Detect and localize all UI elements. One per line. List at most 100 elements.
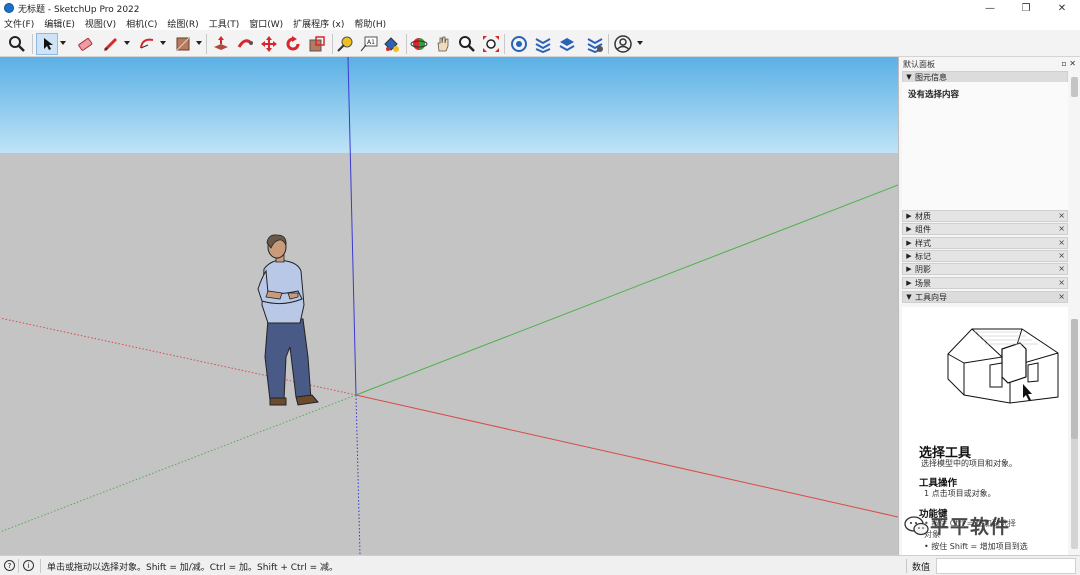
zoom-extents-icon[interactable]: [480, 33, 502, 55]
menu-help[interactable]: 帮助(H): [354, 17, 386, 30]
pan-icon[interactable]: [432, 33, 454, 55]
measurements-input[interactable]: [936, 558, 1076, 574]
chevron-down-icon[interactable]: [196, 40, 202, 46]
tray-label: 场景: [915, 278, 931, 288]
tray-styles[interactable]: ▶ 样式 ×: [902, 237, 1068, 249]
ground-plane: [0, 153, 898, 555]
close-icon[interactable]: ×: [1058, 264, 1065, 273]
minimize-button[interactable]: —: [972, 0, 1008, 16]
tray-label: 图元信息: [915, 72, 947, 82]
close-icon[interactable]: ×: [1058, 238, 1065, 247]
toolbar-separator: [32, 34, 33, 54]
menu-edit[interactable]: 编辑(E): [44, 17, 75, 30]
toolbar-separator: [608, 34, 609, 54]
toolbar-separator: [206, 34, 207, 54]
tray-shadows[interactable]: ▶ 阴影 ×: [902, 263, 1068, 275]
tray-instructor[interactable]: ▼ 工具向导 ×: [902, 291, 1068, 303]
close-icon[interactable]: ×: [1058, 224, 1065, 233]
guide-subtitle: 选择模型中的项目和对象。: [921, 459, 1017, 468]
menu-draw[interactable]: 绘图(R): [167, 17, 198, 30]
watermark: 平平软件: [904, 512, 1010, 539]
rotate-icon[interactable]: [282, 33, 304, 55]
close-icon[interactable]: ×: [1058, 211, 1065, 220]
move-icon[interactable]: [258, 33, 280, 55]
extension-warehouse-icon[interactable]: [532, 33, 554, 55]
geo-location-icon[interactable]: ?: [4, 560, 15, 571]
tray-components[interactable]: ▶ 组件 ×: [902, 223, 1068, 235]
menu-extensions[interactable]: 扩展程序 (x): [293, 17, 344, 30]
toolbar: A1: [0, 30, 1080, 57]
instructor-scrollbar-thumb[interactable]: [1071, 319, 1078, 439]
chevron-down-icon[interactable]: [124, 40, 130, 46]
close-button[interactable]: ✕: [1044, 0, 1080, 16]
collapsed-triangle-icon: ▶: [906, 252, 912, 260]
expanded-triangle-icon: ▼: [906, 293, 912, 301]
toolbar-separator: [332, 34, 333, 54]
menu-view[interactable]: 视图(V): [85, 17, 116, 30]
tray-tags[interactable]: ▶ 标记 ×: [902, 250, 1068, 262]
extension-manager-icon[interactable]: [584, 33, 606, 55]
3d-warehouse-icon[interactable]: [508, 33, 530, 55]
follow-me-icon[interactable]: [234, 33, 256, 55]
guide-ops-step: 1 点击项目或对象。: [924, 489, 996, 498]
menu-bar: 文件(F) 编辑(E) 视图(V) 相机(C) 绘图(R) 工具(T) 窗口(W…: [0, 16, 1080, 30]
pencil-line-icon[interactable]: [100, 33, 122, 55]
collapsed-triangle-icon: ▶: [906, 212, 912, 220]
close-icon[interactable]: ×: [1058, 278, 1065, 287]
panel-window-controls[interactable]: ▫ ✕: [1061, 59, 1076, 68]
toolbar-separator: [504, 34, 505, 54]
layout-icon[interactable]: [556, 33, 578, 55]
tray-label: 组件: [915, 224, 931, 234]
paint-bucket-icon[interactable]: [380, 33, 402, 55]
viewport-canvas[interactable]: [0, 57, 898, 555]
default-tray-panel: 默认面板 ▫ ✕ ▼ 图元信息 没有选择内容 ▶ 材质 × ▶ 组件 × ▶ 样…: [898, 57, 1080, 555]
model-viewport[interactable]: [0, 57, 898, 555]
status-separator: [18, 559, 19, 573]
status-hint-text: 单击或拖动以选择对象。Shift = 加/减。Ctrl = 加。Shift + …: [47, 563, 339, 573]
menu-window[interactable]: 窗口(W): [249, 17, 283, 30]
measurements-label: 数值: [912, 563, 931, 573]
user-account-icon[interactable]: [612, 33, 634, 55]
scale-icon[interactable]: [306, 33, 328, 55]
panel-scrollbar[interactable]: [1071, 77, 1078, 97]
close-icon[interactable]: ×: [1058, 251, 1065, 260]
collapsed-triangle-icon: ▶: [906, 265, 912, 273]
chevron-down-icon[interactable]: [160, 40, 166, 46]
sketchup-logo-icon: [4, 3, 14, 13]
select-arrow-icon[interactable]: [36, 33, 58, 55]
chevron-down-icon[interactable]: [637, 40, 643, 46]
tray-label: 标记: [915, 251, 931, 261]
info-icon[interactable]: i: [23, 560, 34, 571]
sky-background: [0, 57, 898, 153]
tray-label: 材质: [915, 211, 931, 221]
arc-icon[interactable]: [136, 33, 158, 55]
entity-info-body: 没有选择内容: [902, 82, 1068, 222]
text-tool-label: A1: [367, 39, 375, 46]
chevron-down-icon[interactable]: [60, 40, 66, 46]
no-selection-text: 没有选择内容: [908, 90, 960, 100]
status-separator: [40, 559, 41, 573]
close-icon[interactable]: ×: [1058, 292, 1065, 301]
maximize-button[interactable]: ❐: [1008, 0, 1044, 16]
menu-file[interactable]: 文件(F): [4, 17, 34, 30]
panel-title: 默认面板: [903, 60, 935, 69]
tape-measure-icon[interactable]: [334, 33, 356, 55]
menu-camera[interactable]: 相机(C): [126, 17, 157, 30]
expanded-triangle-icon: ▼: [906, 73, 912, 81]
collapsed-triangle-icon: ▶: [906, 279, 912, 287]
orbit-icon[interactable]: [408, 33, 430, 55]
tray-materials[interactable]: ▶ 材质 ×: [902, 210, 1068, 222]
eraser-icon[interactable]: [74, 33, 96, 55]
zoom-icon[interactable]: [456, 33, 478, 55]
tray-label: 样式: [915, 238, 931, 248]
guide-ops-heading: 工具操作: [919, 478, 958, 489]
collapsed-triangle-icon: ▶: [906, 239, 912, 247]
tray-scenes[interactable]: ▶ 场景 ×: [902, 277, 1068, 289]
wechat-logo-icon: [904, 515, 929, 535]
shape-rectangle-icon[interactable]: [172, 33, 194, 55]
text-label-icon[interactable]: A1: [358, 33, 380, 55]
menu-tools[interactable]: 工具(T): [209, 17, 240, 30]
search-icon[interactable]: [6, 33, 28, 55]
push-pull-icon[interactable]: [210, 33, 232, 55]
window-title: 无标题 - SketchUp Pro 2022: [18, 4, 140, 15]
